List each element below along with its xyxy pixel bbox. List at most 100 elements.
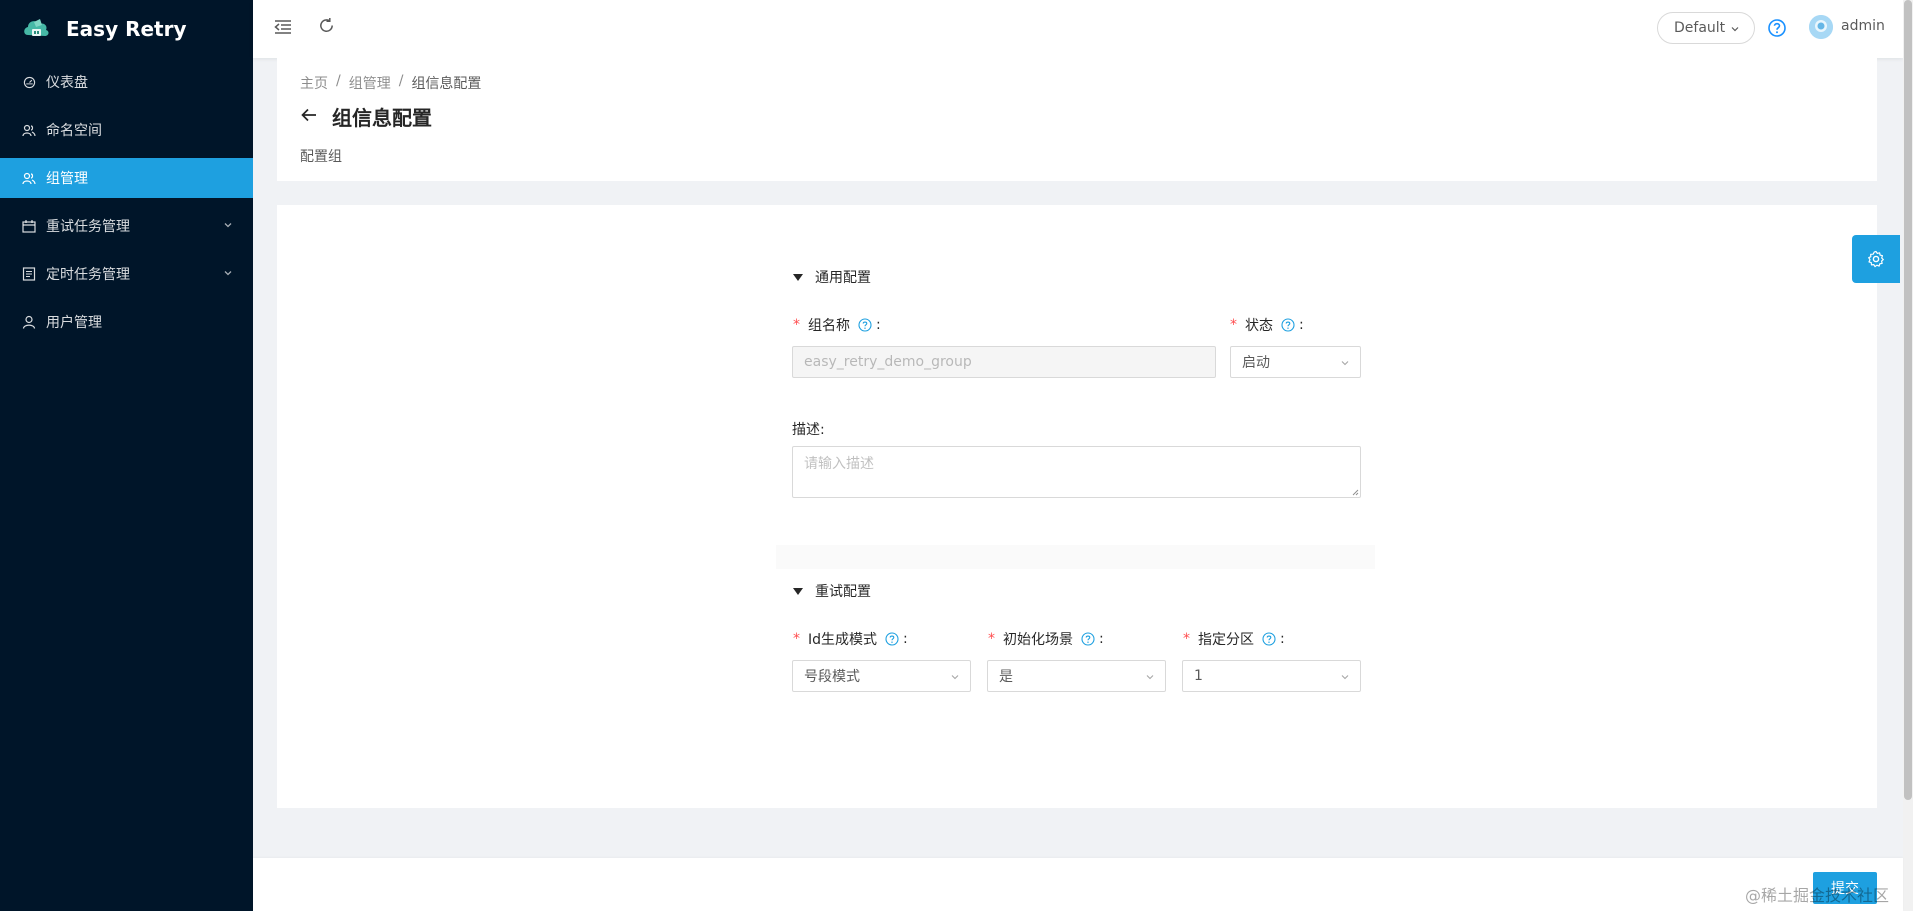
breadcrumb-separator: / [398,73,404,89]
chevron-down-icon [224,271,232,276]
id-mode-select[interactable]: 号段模式 [792,660,971,692]
id-mode-label-text: Id生成模式 [808,632,878,648]
required-mark: * [1230,317,1237,333]
footer-toolbar [253,858,1903,911]
sidebar-item-user-management[interactable]: 用户管理 [0,302,253,342]
gear-icon [1868,250,1884,268]
breadcrumb-home[interactable]: 主页 [300,73,328,93]
page-title: 组信息配置 [332,106,432,130]
sidebar-item-retry-task[interactable]: 重试任务管理 [0,206,253,246]
sidebar: Easy Retry 仪表盘 命名空间 组管理 重试任务管理 定时任务管理 用户… [0,0,253,911]
retry-section-title: 重试配置 [815,584,871,600]
sidebar-item-label: 命名空间 [46,123,102,139]
team-icon [22,171,36,185]
general-section-title: 通用配置 [815,270,871,286]
reload-icon[interactable] [316,15,336,35]
scrollbar-thumb[interactable] [1904,0,1912,800]
sidebar-item-label: 定时任务管理 [46,267,130,283]
question-circle-icon[interactable] [885,632,899,646]
chevron-down-icon [1731,27,1739,32]
namespace-select[interactable]: Default [1657,12,1755,44]
avatar[interactable] [1809,15,1833,39]
partition-select[interactable]: 1 [1182,660,1361,692]
partition-label: * 指定分区 : [1183,629,1285,649]
dashboard-icon [22,75,36,89]
calendar-icon [22,219,36,233]
namespace-select-value: Default [1674,20,1726,36]
question-circle-icon[interactable] [1262,632,1276,646]
form-card: 通用配置 * 组名称 : easy_retry_demo_group * 状态 … [277,205,1877,808]
label-colon: : [1280,631,1285,647]
init-scene-value: 是 [999,669,1013,685]
partition-label-text: 指定分区 [1198,632,1254,648]
status-label: * 状态 : [1230,315,1304,335]
section-divider [776,545,1375,569]
profile-icon [22,267,36,281]
chevron-down-icon [1341,361,1349,366]
sidebar-item-group-management[interactable]: 组管理 [0,158,253,198]
breadcrumb: 主页 / 组管理 / 组信息配置 [300,73,481,93]
group-name-label-text: 组名称 [808,318,850,334]
arrow-left-icon[interactable] [300,106,318,124]
caret-down-icon [793,587,803,595]
username[interactable]: admin [1841,18,1885,34]
user-icon [22,315,36,329]
label-colon: : [1299,317,1304,333]
team-icon [22,123,36,137]
sidebar-item-label: 用户管理 [46,315,102,331]
group-name-label: * 组名称 : [793,315,881,335]
init-scene-select[interactable]: 是 [987,660,1166,692]
sidebar-item-dashboard[interactable]: 仪表盘 [0,62,253,102]
settings-drawer-button[interactable] [1852,235,1900,283]
status-select[interactable]: 启动 [1230,346,1361,378]
required-mark: * [988,631,995,647]
init-scene-label: * 初始化场景 : [988,629,1104,649]
required-mark: * [1183,631,1190,647]
partition-value: 1 [1194,668,1203,684]
page-header: 主页 / 组管理 / 组信息配置 组信息配置 配置组 [277,58,1877,181]
group-name-input[interactable]: easy_retry_demo_group [792,346,1216,378]
chevron-down-icon [224,223,232,228]
breadcrumb-separator: / [336,73,341,89]
description-label-text: 描述: [792,422,825,438]
breadcrumb-current: 组信息配置 [411,76,482,92]
top-header: Default admin [253,0,1903,58]
sidebar-item-label: 组管理 [46,171,88,187]
question-circle-icon[interactable] [858,318,872,332]
required-mark: * [793,631,800,647]
chevron-down-icon [1341,675,1349,680]
general-section-toggle[interactable]: 通用配置 [793,267,871,287]
label-colon: : [903,631,908,647]
required-mark: * [793,317,800,333]
sidebar-item-label: 仪表盘 [46,75,88,91]
label-colon: : [876,317,881,333]
question-circle-icon[interactable] [1081,632,1095,646]
breadcrumb-group-management[interactable]: 组管理 [349,73,391,93]
app-name: Easy Retry [66,17,187,41]
caret-down-icon [793,273,803,281]
init-scene-label-text: 初始化场景 [1003,632,1073,648]
question-circle-icon[interactable] [1281,318,1295,332]
question-circle-icon[interactable] [1767,18,1787,38]
menu-fold-icon[interactable] [273,17,293,37]
page-subtitle: 配置组 [300,149,342,165]
status-value: 启动 [1242,355,1270,371]
id-mode-value: 号段模式 [804,669,860,685]
chevron-down-icon [951,675,959,680]
label-colon: : [1099,631,1104,647]
description-textarea[interactable]: 请输入描述 [792,446,1361,498]
group-name-value: easy_retry_demo_group [804,354,972,370]
description-placeholder: 请输入描述 [804,456,874,472]
id-mode-label: * Id生成模式 : [793,629,908,649]
sidebar-menu: 仪表盘 命名空间 组管理 重试任务管理 定时任务管理 用户管理 [0,62,253,342]
sidebar-item-namespace[interactable]: 命名空间 [0,110,253,150]
description-label: 描述: [792,419,825,439]
sidebar-item-label: 重试任务管理 [46,219,130,235]
status-label-text: 状态 [1245,318,1273,334]
retry-section-toggle[interactable]: 重试配置 [793,581,871,601]
sidebar-item-scheduled-task[interactable]: 定时任务管理 [0,254,253,294]
logo-icon [24,19,49,36]
watermark: @稀土掘金技术社区 [1745,886,1890,905]
resize-grip-icon[interactable] [1351,488,1359,496]
logo[interactable]: Easy Retry [0,0,253,58]
